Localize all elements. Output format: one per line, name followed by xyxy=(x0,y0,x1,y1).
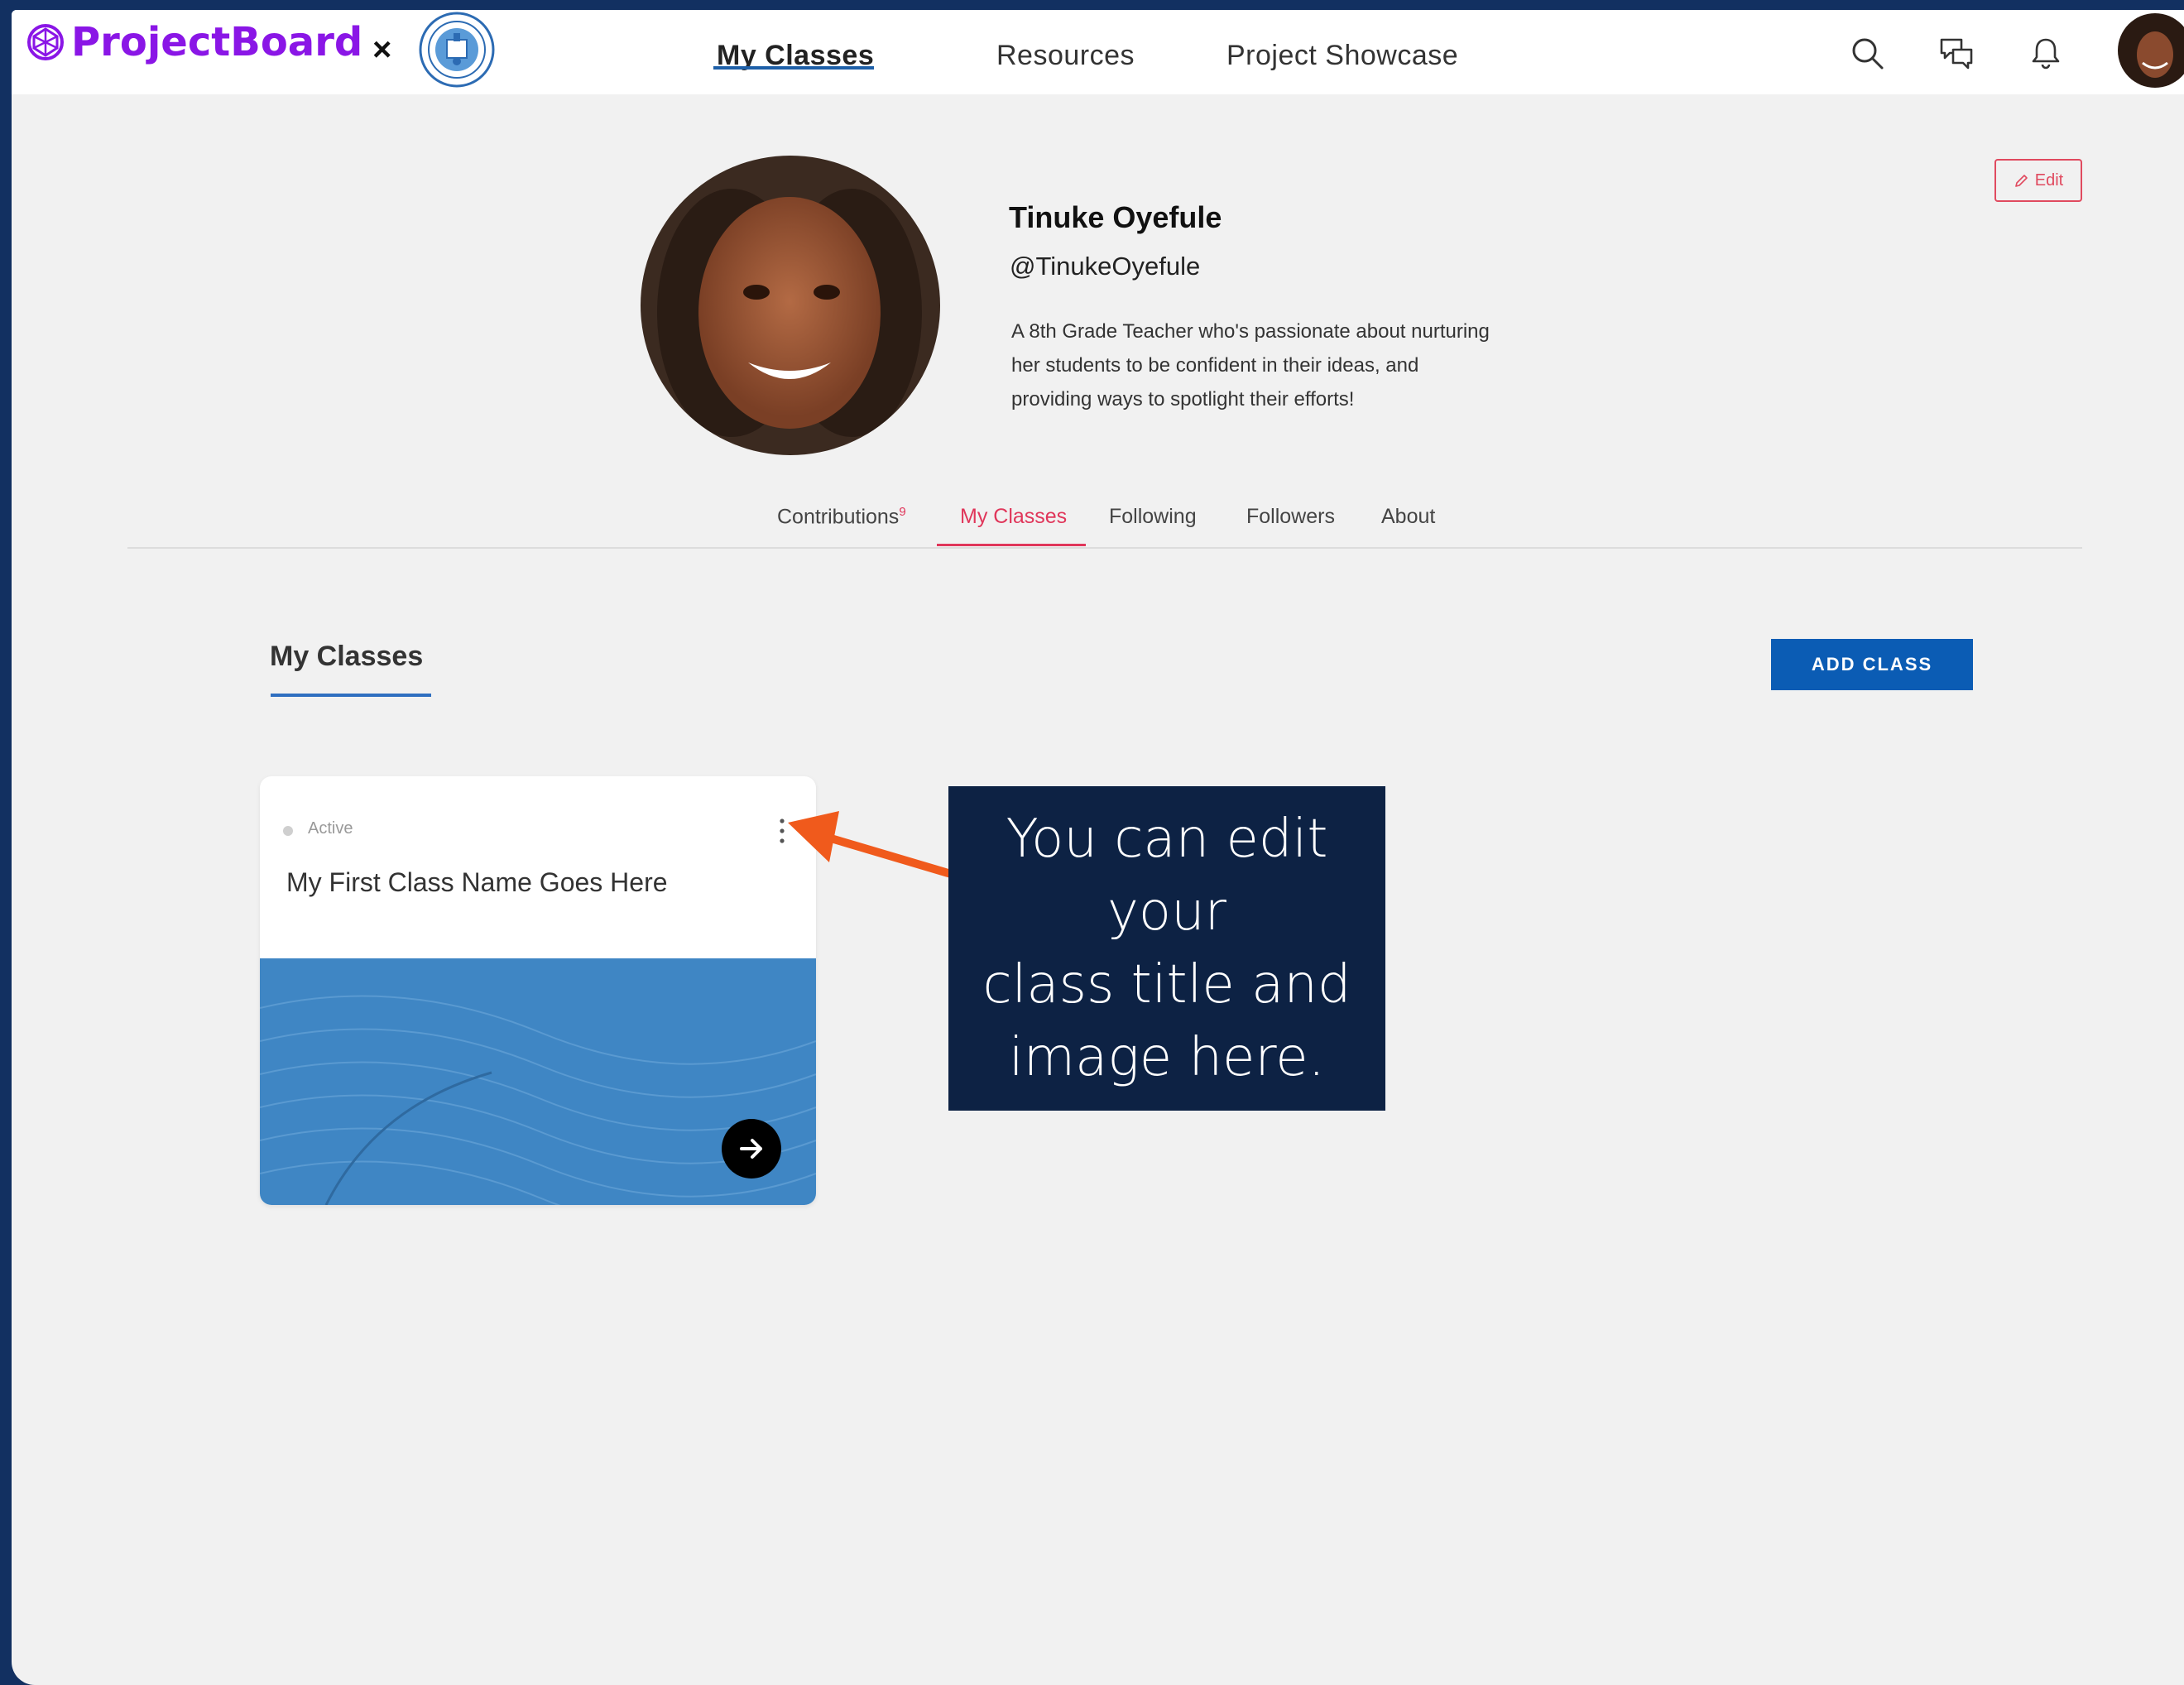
tab-my-classes[interactable]: My Classes xyxy=(960,505,1067,529)
tab-contributions-label: Contributions xyxy=(777,505,900,529)
tab-active-underline xyxy=(937,544,1086,546)
section-title-underline xyxy=(271,694,431,697)
profile-bio: A 8th Grade Teacher who's passionate abo… xyxy=(1011,314,1558,416)
edit-label: Edit xyxy=(2034,170,2064,190)
tab-followers[interactable]: Followers xyxy=(1246,505,1335,529)
section-title: My Classes xyxy=(270,641,424,672)
callout-arrow-icon xyxy=(788,811,955,878)
brand-logo[interactable]: ProjectBoard xyxy=(25,22,362,63)
class-card[interactable]: Active My First Class Name Goes Here xyxy=(260,776,816,1205)
nav-resources[interactable]: Resources xyxy=(996,26,1135,84)
bio-line: her students to be confident in their id… xyxy=(1011,354,1419,377)
bell-icon[interactable] xyxy=(2028,35,2064,71)
nav-my-classes[interactable]: My Classes xyxy=(717,26,874,84)
tab-following[interactable]: Following xyxy=(1109,505,1197,529)
callout-text: You can edit your class title and image … xyxy=(948,803,1385,1094)
pencil-icon xyxy=(2014,175,2028,187)
nav-project-showcase[interactable]: Project Showcase xyxy=(1226,26,1458,84)
class-status: Active xyxy=(308,819,353,838)
callout-line: You can edit your xyxy=(1006,809,1328,943)
tab-about[interactable]: About xyxy=(1381,505,1435,529)
academy-seal-icon xyxy=(419,12,495,88)
brand-name: ProjectBoard xyxy=(71,19,363,65)
user-avatar[interactable] xyxy=(2118,13,2184,88)
callout-line: class title and xyxy=(982,954,1351,1015)
search-icon[interactable] xyxy=(1849,35,1885,71)
chat-icon[interactable] xyxy=(1938,35,1975,71)
profile-handle: @TinukeOyefule xyxy=(1010,252,1201,281)
bio-line: providing ways to spotlight their effort… xyxy=(1011,388,1355,410)
profile-name: Tinuke Oyefule xyxy=(1009,200,1222,234)
app-window: ProjectBoard × My Classes Resources Proj… xyxy=(12,10,2184,1685)
tabs-divider xyxy=(127,547,2082,549)
projectboard-logo-icon xyxy=(27,24,64,60)
edit-profile-button[interactable]: Edit xyxy=(1994,159,2082,202)
profile-photo-image xyxy=(641,156,940,455)
arrow-right-icon xyxy=(740,1139,762,1159)
tutorial-callout: You can edit your class title and image … xyxy=(948,786,1385,1111)
brand-separator: × xyxy=(372,31,392,68)
avatar-image xyxy=(2118,13,2184,88)
status-dot xyxy=(283,826,293,836)
bio-line: A 8th Grade Teacher who's passionate abo… xyxy=(1011,320,1490,343)
tab-contributions[interactable]: Contributions9 xyxy=(777,505,906,529)
class-name: My First Class Name Goes Here xyxy=(286,867,668,897)
profile-photo xyxy=(641,156,940,455)
add-class-button[interactable]: ADD CLASS xyxy=(1771,639,1973,690)
contributions-count-badge: 9 xyxy=(899,505,906,519)
nav-active-underline xyxy=(713,66,874,70)
open-class-button[interactable] xyxy=(722,1119,781,1179)
callout-line: image here. xyxy=(1008,1027,1326,1088)
top-navbar: ProjectBoard × My Classes Resources Proj… xyxy=(12,10,2184,94)
profile-tabs: Contributions9 My Classes Following Foll… xyxy=(12,492,2184,550)
